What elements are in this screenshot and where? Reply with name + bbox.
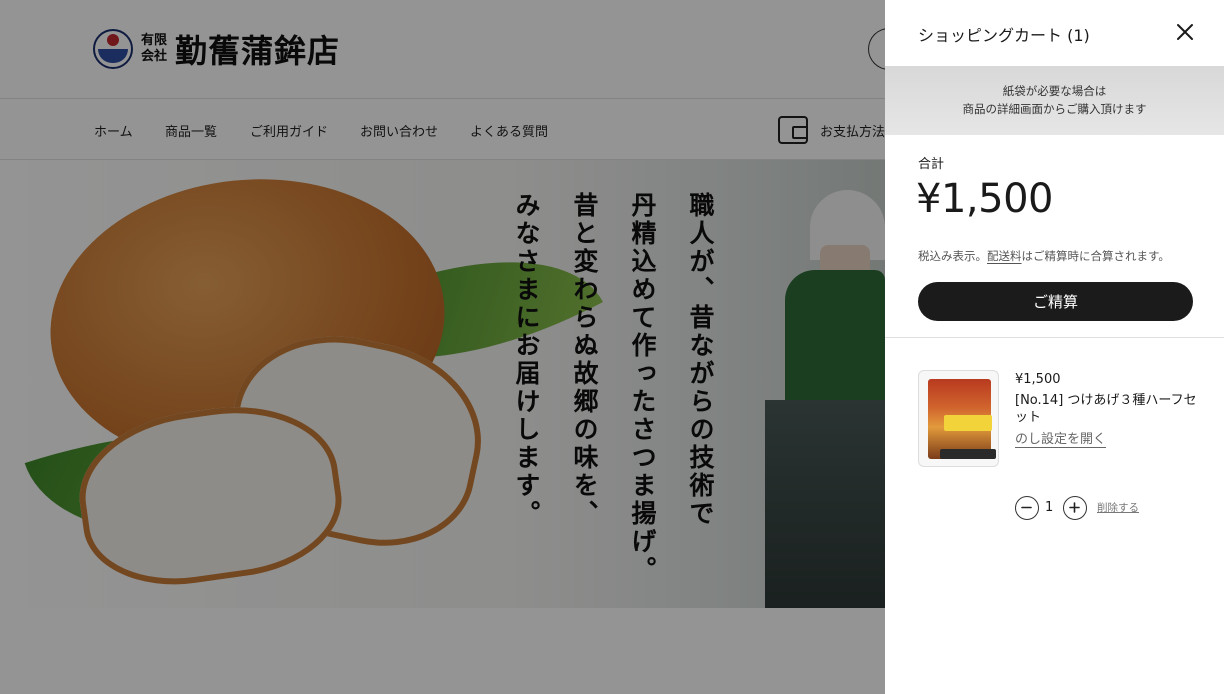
notice-line: 紙袋が必要な場合は bbox=[1002, 84, 1107, 98]
item-price: ¥1,500 bbox=[1015, 372, 1061, 387]
quantity-decrease-button[interactable] bbox=[1015, 496, 1039, 520]
modal-overlay[interactable] bbox=[0, 0, 885, 694]
tax-note-prefix: 税込み表示。 bbox=[918, 249, 987, 263]
product-package-image bbox=[928, 379, 996, 459]
quantity-increase-button[interactable] bbox=[1063, 496, 1087, 520]
item-name[interactable]: [No.14] つけあげ３種ハーフセット bbox=[1015, 392, 1205, 426]
checkout-button[interactable]: ご精算 bbox=[918, 282, 1193, 321]
divider bbox=[885, 337, 1224, 338]
close-button[interactable] bbox=[1175, 22, 1195, 42]
shipping-fee-link[interactable]: 配送料 bbox=[987, 249, 1022, 263]
noshi-settings-link[interactable]: のし設定を開く bbox=[1015, 428, 1106, 447]
product-thumbnail[interactable] bbox=[918, 370, 999, 467]
cart-drawer: ショッピングカート (1) 紙袋が必要な場合は 商品の詳細画面からご購入頂けます… bbox=[885, 0, 1224, 694]
plus-icon bbox=[1069, 502, 1080, 513]
tax-note: 税込み表示。配送料はご精算時に合算されます。 bbox=[918, 248, 1170, 264]
minus-icon bbox=[1021, 506, 1032, 509]
cart-header: ショッピングカート (1) bbox=[885, 0, 1224, 66]
total-label: 合計 bbox=[918, 157, 945, 172]
notice-line: 商品の詳細画面からご購入頂けます bbox=[962, 102, 1147, 116]
quantity-value: 1 bbox=[1045, 500, 1054, 515]
total-amount: ¥1,500 bbox=[916, 176, 1053, 222]
close-icon bbox=[1177, 24, 1193, 40]
paper-bag-notice: 紙袋が必要な場合は 商品の詳細画面からご購入頂けます bbox=[885, 66, 1224, 135]
tax-note-suffix: はご精算時に合算されます。 bbox=[1021, 249, 1170, 263]
cart-title: ショッピングカート (1) bbox=[918, 26, 1090, 45]
remove-item-link[interactable]: 削除する bbox=[1097, 500, 1139, 515]
